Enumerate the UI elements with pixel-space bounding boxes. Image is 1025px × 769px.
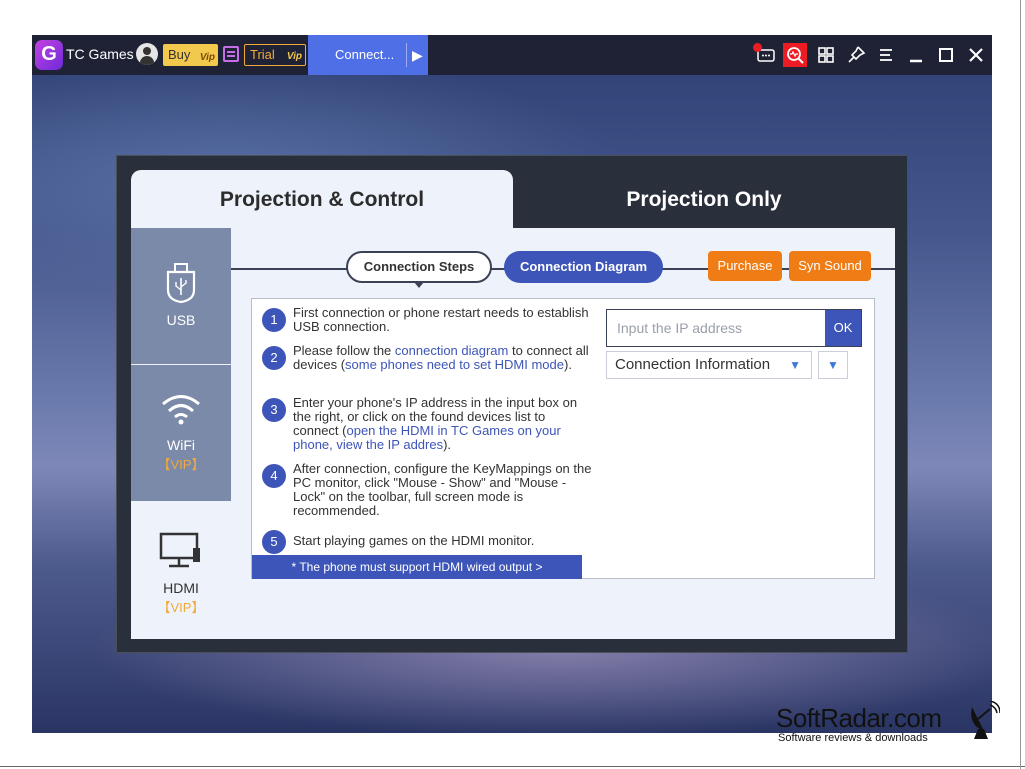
step-number: 3 (262, 398, 286, 422)
step-text: Please follow the connection diagram to … (293, 344, 593, 372)
usb-icon (131, 262, 231, 309)
step-text-part: Please follow the (293, 343, 395, 358)
grid-icon[interactable] (814, 43, 838, 67)
tab-connection-steps[interactable]: Connection Steps (346, 251, 492, 283)
steps-panel: 1 First connection or phone restart need… (251, 298, 875, 579)
pin-icon[interactable] (844, 43, 868, 67)
step-text: After connection, configure the KeyMappi… (293, 461, 592, 518)
buy-vip-button[interactable]: Buy Vip (163, 44, 218, 66)
watermark-subtitle: Software reviews & downloads (778, 732, 928, 744)
trial-vip-button[interactable]: Trial Vip (244, 44, 306, 66)
connect-tab[interactable]: Connect... ▶ (308, 35, 428, 75)
connection-dialog: Projection & Control Projection Only USB… (116, 155, 908, 653)
step-number: 4 (262, 464, 286, 488)
hdmi-vip-tag: 【VIP】 (157, 600, 205, 615)
watermark-title: SoftRadar.com (776, 703, 942, 733)
ip-address-box: OK (606, 309, 862, 347)
wifi-icon (131, 393, 231, 430)
usb-label: USB (166, 312, 196, 328)
trial-label: Trial (250, 47, 275, 62)
page-border-right (1020, 0, 1021, 769)
ip-address-input[interactable] (607, 310, 825, 346)
tab-projection-control[interactable]: Projection & Control (131, 170, 513, 228)
active-tab-pointer (414, 282, 424, 288)
wifi-label: WiFi (167, 437, 195, 453)
vip-mark: Vip (286, 51, 302, 62)
ok-button[interactable]: OK (825, 310, 861, 346)
calendar-icon[interactable] (223, 46, 239, 62)
hdmi-requirement-note[interactable]: * The phone must support HDMI wired outp… (252, 555, 582, 579)
step-number: 2 (262, 346, 286, 370)
sidebar-item-hdmi[interactable]: HDMI 【VIP】 (131, 502, 231, 639)
wifi-vip-tag: 【VIP】 (157, 457, 205, 472)
dialog-content: USB WiFi 【VIP】 HDMI 【VIP】 Connection Ste… (131, 228, 895, 639)
hdmi-note-text: * The phone must support HDMI wired outp… (291, 560, 533, 574)
buy-label: Buy (168, 47, 191, 62)
tc-games-logo-icon: G (35, 40, 63, 70)
menu-icon[interactable] (874, 43, 898, 67)
softradar-watermark: SoftRadar.com Software reviews & downloa… (776, 700, 1006, 753)
connection-dropdown-button[interactable]: ▼ (818, 351, 848, 379)
step-text-part: ). (443, 437, 452, 452)
hdmi-label: HDMI (163, 580, 199, 596)
connect-tab-label: Connect... (335, 47, 395, 62)
chevron-down-icon: ▼ (789, 358, 801, 372)
connection-diagram-link[interactable]: connection diagram (395, 343, 508, 358)
chevron-down-icon: ▼ (827, 358, 839, 372)
step-text-part: ). (563, 357, 572, 372)
page-border-bottom (0, 766, 1025, 767)
user-avatar-icon[interactable] (136, 43, 158, 65)
hdmi-monitor-icon (131, 532, 231, 575)
purchase-button[interactable]: Purchase (708, 251, 782, 281)
diagnose-icon[interactable] (783, 43, 807, 67)
tab-separator (406, 43, 407, 67)
close-icon[interactable] (964, 43, 988, 67)
notification-dot (753, 43, 762, 52)
app-window: G TC Games Buy Vip Trial Vip Connect... … (32, 35, 992, 733)
title-bar: G TC Games Buy Vip Trial Vip Connect... … (32, 35, 992, 75)
step-text: Enter your phone's IP address in the inp… (293, 396, 593, 452)
tab-connection-diagram[interactable]: Connection Diagram (504, 251, 663, 283)
connection-information-label: Connection Information (615, 356, 771, 373)
tab-projection-only[interactable]: Projection Only (513, 170, 895, 228)
vip-mark: Vip (199, 52, 215, 63)
sidebar-item-wifi[interactable]: WiFi 【VIP】 (131, 365, 231, 501)
step-text: First connection or phone restart needs … (293, 305, 589, 334)
minimize-icon[interactable] (904, 43, 928, 67)
satellite-dish-icon (966, 700, 1001, 741)
step-text: Start playing games on the HDMI monitor. (293, 533, 535, 548)
app-title: TC Games (66, 46, 134, 62)
hdmi-mode-link[interactable]: some phones need to set HDMI mode (345, 357, 564, 372)
connection-information-select[interactable]: Connection Information ▼ (606, 351, 812, 379)
chevron-right-icon: > (535, 560, 543, 574)
maximize-icon[interactable] (934, 43, 958, 67)
step-number: 5 (262, 530, 286, 554)
syn-sound-button[interactable]: Syn Sound (789, 251, 871, 281)
play-arrow-icon[interactable]: ▶ (412, 35, 423, 75)
sidebar-item-usb[interactable]: USB (131, 228, 231, 364)
step-number: 1 (262, 308, 286, 332)
